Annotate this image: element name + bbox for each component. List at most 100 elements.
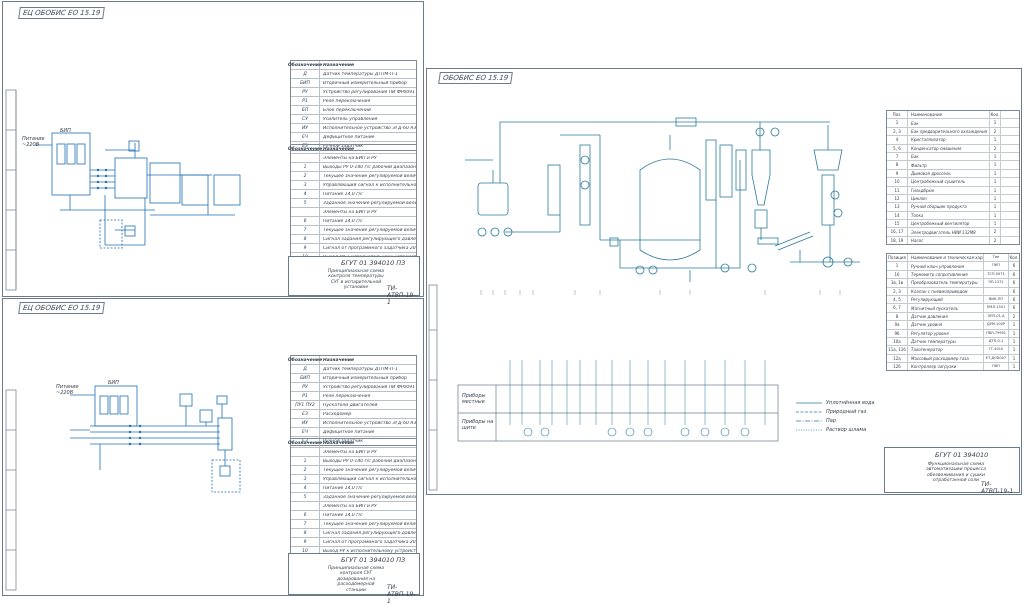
spec-row: 8 Фильтр 1 — [887, 161, 1019, 170]
spec-qty: 6 — [1008, 270, 1019, 279]
spec-row: ПозицияНаименование и техническая характ… — [887, 254, 1019, 263]
legend-code: Обозначение — [287, 145, 323, 153]
legend-name: Реле переключения — [323, 98, 371, 104]
spec-pos: 1б — [887, 270, 908, 279]
legend-code: 7 — [291, 226, 320, 234]
spec-qty: 1 — [989, 169, 1000, 178]
flow-legend-slurry: Раствор шлама — [826, 427, 867, 433]
title-block-right: БГУТ 01 394010 Функциональная схема авто… — [884, 447, 1020, 495]
legend-code: 5 — [291, 493, 320, 501]
spec-name: Наименование и техническая характеристик… — [911, 255, 983, 261]
legend-bottom-signals: Обозначение Назначение Элементы на БИП и Р… — [288, 438, 417, 556]
legend-code: 8 — [291, 529, 320, 537]
spec-type: ЕТ-ДОБ007 — [983, 354, 1008, 363]
legend-row: 9Сигнал от программного задатчика 20-100… — [291, 538, 416, 547]
legend-code: 1 — [291, 163, 320, 171]
legend-row: 8Сигнал задания регулирующего давления 2… — [291, 529, 416, 538]
legend-code: 9 — [291, 538, 320, 546]
spec-row: 12а Массовый расходомер газа ЕТ-ДОБ007 1 — [887, 354, 1019, 364]
spec-pos: 1в, 1в — [887, 279, 908, 287]
spec-row: 6, 7 Магнитный пускатель ПМЛ-1501 6 — [887, 304, 1019, 313]
legend-name: Датчик температуры ДТПМ-П-1 — [323, 71, 398, 77]
legend-code: Д — [291, 70, 320, 78]
legend-row: 2Текущее значение регулируемой величины … — [291, 466, 416, 475]
legend-name: Назначение — [323, 357, 355, 363]
flow-legend-steam: Пар — [826, 418, 836, 424]
legend-name: Пускатели двигателей — [323, 402, 378, 408]
spec-pos: 4 — [887, 136, 908, 144]
spec-row: 18, 19 Насос 2 — [887, 236, 1019, 245]
drawing-lines — [5, 89, 860, 591]
legend-row: ИУИсполнительное устройство ЭГД-60 АЗОЛ,… — [291, 124, 416, 133]
equipment-spec-table: Поз. Наименование Кол. 1 Бак 1 2, 3 Бак предвар… — [886, 110, 1020, 246]
legend-row: Д Датчик температуры ДТПМ-П-1 — [291, 365, 416, 374]
legend-code: 7 — [291, 520, 320, 528]
legend-code — [291, 154, 320, 162]
legend-row: 7Текущее значение регулируемой величины … — [291, 520, 416, 529]
spec-type: ДТП-0-1 — [983, 337, 1008, 346]
spec-qty: 1 — [989, 194, 1000, 203]
legend-row: ЕЧ Дефицитное питание — [291, 133, 416, 142]
legend-name: Текущее значение регулируемой величины 2… — [323, 173, 416, 179]
legend-code: РУ — [291, 88, 320, 96]
legend-name: Блок переключений — [323, 107, 371, 113]
spec-qty: 1 — [989, 220, 1000, 228]
spec-name: Тахогенератор — [911, 347, 943, 353]
title-block-title: Принципиальная схема контроля температур… — [327, 269, 385, 291]
spec-name: Бак предварительного охлаждения — [911, 128, 988, 134]
spec-note — [1000, 127, 1019, 136]
spec-pos: 8 — [887, 312, 908, 321]
spec-qty: 1 — [1008, 354, 1019, 363]
legend-code: ЕЧ — [291, 133, 320, 141]
legend-code: 3 — [291, 475, 320, 483]
legend-name: Усилитель управления — [323, 116, 378, 122]
spec-pos: 11а, 11б — [887, 346, 908, 354]
spec-type: Тип — [983, 254, 1008, 262]
spec-type: ЭП-1271 — [983, 279, 1008, 287]
legend-row: 2Текущее значение регулируемой величины … — [291, 172, 416, 181]
spec-pos: 4, 5 — [887, 295, 908, 304]
legend-name: Реле переключения — [323, 393, 371, 399]
spec-pos: 16, 17 — [887, 228, 908, 236]
spec-qty: 6 — [1008, 304, 1019, 312]
legend-code: РУ — [291, 383, 320, 391]
title-block-code: БГУТ 01 394010 ПЗ — [341, 259, 406, 267]
spec-qty: 6 — [1008, 295, 1019, 304]
legend-code: ИУ — [291, 419, 320, 427]
spec-name: Регулятор уровня — [911, 330, 949, 336]
spec-row: 2, 3 Клапан с пневмоприводом 6 — [887, 287, 1019, 296]
spec-row: 1б Термометр сопротивления ТСП-5071 6 — [887, 270, 1019, 280]
legend-name: Заданное значение регулируемой величины … — [323, 200, 416, 206]
legend-row: ЕЧ Дефицитное питание — [291, 428, 416, 437]
legend-row: 1Выходы РУ 0-140 г/с рабочий диапазон 20… — [291, 457, 416, 466]
spec-qty: 6 — [1008, 262, 1019, 270]
spec-pos: 9 — [887, 169, 908, 178]
spec-qty: 2 — [989, 228, 1000, 236]
legend-name: Управляющий сигнал к исполнительному рел… — [323, 476, 416, 482]
legend-row: Обозначение Назначение — [288, 356, 416, 365]
spec-name: Центробежный сушитель — [911, 179, 966, 185]
legend-row: БП Блок переключений — [291, 106, 416, 115]
spec-name: Ручной ключ управления — [911, 263, 965, 269]
legend-name: Расходомер — [323, 411, 352, 417]
spec-row: 10 Центробежный сушитель 1 — [887, 178, 1019, 187]
spec-pos: 9б — [887, 329, 908, 337]
legend-name: Выходы РУ 0-140 г/с рабочий диапазон 20-… — [323, 458, 416, 464]
spec-type: ЭПП-01-А — [983, 312, 1008, 321]
spec-name: Контроллер загрузки — [911, 364, 957, 370]
legend-code: БП — [291, 106, 320, 114]
spec-row: 4, 5 Регулирующий ВИК-ПП 6 — [887, 295, 1019, 305]
legend-code: 3 — [291, 181, 320, 189]
spec-pos: 7 — [887, 152, 908, 161]
legend-code: 9 — [291, 244, 320, 252]
legend-row: Обозначение Назначение — [288, 439, 416, 448]
spec-type: ТГ-4010 — [983, 346, 1008, 354]
legend-row: 9Сигнал от программного задатчика 20-100… — [291, 244, 416, 253]
legend-row: БИП Вторичный измерительный прибор — [291, 374, 416, 383]
signal-row-local: Приборы местные — [462, 393, 486, 405]
bsk-label-top: БИП — [60, 128, 71, 134]
spec-qty: 1 — [989, 211, 1000, 220]
legend-name: Исполнительное устройство ЭГД-60 АЗОЛ, Е… — [323, 125, 416, 131]
spec-type: ПКП — [983, 262, 1008, 270]
spec-qty: 1 — [1008, 337, 1019, 346]
